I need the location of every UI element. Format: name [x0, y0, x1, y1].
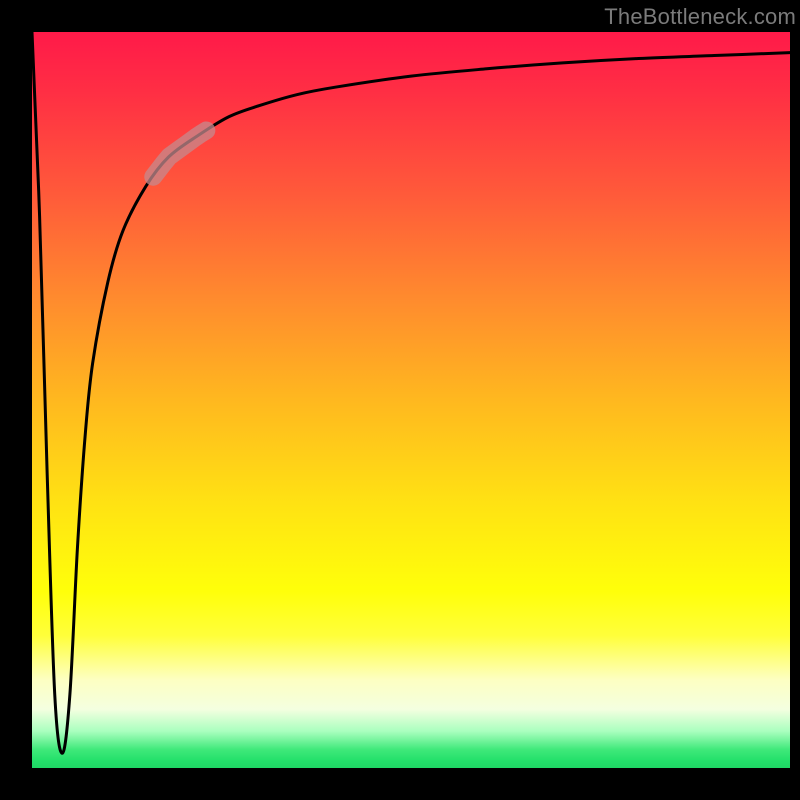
plot-area	[32, 32, 790, 768]
chart-stage: TheBottleneck.com	[0, 0, 800, 800]
highlight-segment-path	[153, 130, 206, 176]
bottleneck-curve-path	[32, 32, 790, 753]
watermark-text: TheBottleneck.com	[604, 4, 796, 30]
curve-layer	[32, 32, 790, 768]
